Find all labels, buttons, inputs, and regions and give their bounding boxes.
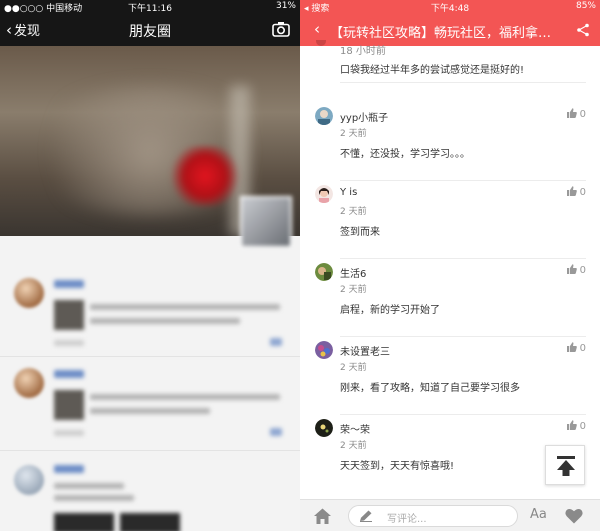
feed-thumbnail[interactable] <box>54 513 114 531</box>
heart-icon[interactable] <box>565 508 583 524</box>
feed-text-line <box>54 495 134 501</box>
comment-time: 18 小时前 <box>340 46 386 57</box>
comments-panel: ◂ 搜索 下午4:48 85% ‹ 【玩转社区攻略】畅玩社区，福利拿不... 1… <box>300 0 600 531</box>
feed-text-line <box>54 483 124 489</box>
comment-body: 签到而来 <box>340 227 380 238</box>
thumbs-up-icon <box>566 186 577 196</box>
back-to-top-button[interactable] <box>545 445 585 485</box>
comment-author[interactable]: yyp小瓶子 <box>340 109 388 124</box>
thumbs-up-icon <box>566 342 577 352</box>
battery-label: 31% <box>275 1 296 11</box>
comment-body: 刚来，看了攻略，知道了自己要学习很多 <box>340 383 520 394</box>
comment-body: 不懂，还没投，学习学习。。。 <box>340 149 470 160</box>
moments-panel: ●●○○○ 中国移动 下午11:16 31% ‹ 发现 朋友圈 <box>0 0 300 531</box>
like-button[interactable]: 0 <box>566 186 586 198</box>
like-count: 0 <box>579 109 586 120</box>
comment-item: 未设置老三 2 天前 刚来，看了攻略，知道了自己要学习很多 0 <box>300 337 600 415</box>
avatar[interactable] <box>315 341 333 359</box>
thumbs-up-icon <box>566 264 577 274</box>
feed-item[interactable] <box>0 268 300 358</box>
avatar[interactable] <box>14 368 44 398</box>
feed-time <box>54 340 84 346</box>
comment-item: 生活6 2 天前 启程，新的学习开始了 0 <box>300 259 600 337</box>
moments-navbar: ‹ 发现 朋友圈 <box>0 14 300 46</box>
arrow-to-top-icon <box>557 456 575 476</box>
comment-author[interactable]: Y is <box>340 187 357 198</box>
feed-username[interactable] <box>54 370 84 378</box>
camera-icon[interactable] <box>272 21 290 37</box>
feed-thumbnail[interactable] <box>120 513 180 531</box>
comment-item: Y is 2 天前 签到而来 0 <box>300 181 600 259</box>
comment-placeholder: 写评论... <box>387 514 427 525</box>
avatar[interactable] <box>315 419 333 437</box>
pencil-icon <box>360 510 372 522</box>
feed-divider <box>0 450 300 451</box>
like-button[interactable]: 0 <box>566 108 586 120</box>
feed-time <box>54 430 84 436</box>
feed-text-line <box>90 304 280 310</box>
like-button[interactable]: 0 <box>566 342 586 354</box>
like-count: 0 <box>579 421 586 432</box>
status-bar: ●●○○○ 中国移动 下午11:16 31% <box>0 0 300 14</box>
comment-time: 2 天前 <box>340 363 367 373</box>
comment-author[interactable]: 未设置老三 <box>340 343 390 358</box>
home-icon[interactable] <box>314 508 331 524</box>
profile-avatar[interactable] <box>240 196 292 248</box>
page-title: 朋友圈 <box>129 24 171 40</box>
comment-time: 2 天前 <box>340 129 367 139</box>
like-count: 0 <box>579 187 586 198</box>
comment-body: 天天签到，天天有惊喜哦! <box>340 461 455 472</box>
status-time: 下午4:48 <box>430 4 470 14</box>
like-button[interactable]: 0 <box>566 420 586 432</box>
feed-username[interactable] <box>54 280 84 288</box>
like-button[interactable]: 0 <box>566 264 586 276</box>
thumbs-up-icon <box>566 108 577 118</box>
avatar[interactable] <box>315 263 333 281</box>
feed-text-line <box>90 394 280 400</box>
battery-label: 85% <box>575 1 596 11</box>
comment-icon[interactable] <box>270 338 282 346</box>
comment-time: 2 天前 <box>340 207 367 217</box>
cover-red-flower <box>170 146 240 206</box>
comment-body: 启程，新的学习开始了 <box>340 305 440 316</box>
comment-input[interactable]: 写评论... <box>348 505 518 527</box>
article-title: 【玩转社区攻略】畅玩社区，福利拿不... <box>330 26 562 41</box>
comment-author[interactable]: 生活6 <box>340 265 366 280</box>
status-bar: ◂ 搜索 下午4:48 85% <box>300 0 600 14</box>
feed-text-line <box>90 408 210 414</box>
like-count: 0 <box>579 265 586 276</box>
feed-item[interactable] <box>0 455 300 531</box>
avatar[interactable] <box>315 107 333 125</box>
comment-divider <box>340 82 586 83</box>
comment-time: 2 天前 <box>340 441 367 451</box>
comment-body: 口袋我经过半年多的尝试感觉还是挺好的! <box>340 65 525 76</box>
avatar[interactable] <box>14 278 44 308</box>
feed-thumbnail[interactable] <box>54 300 84 330</box>
thumbs-up-icon <box>566 420 577 430</box>
feed-item[interactable] <box>0 362 300 452</box>
comment-icon[interactable] <box>270 428 282 436</box>
feed-thumbnail[interactable] <box>54 390 84 420</box>
comment-toolbar: 写评论... Aa <box>300 499 600 531</box>
comment-time: 2 天前 <box>340 285 367 295</box>
avatar[interactable] <box>14 465 44 495</box>
avatar[interactable] <box>315 185 333 203</box>
share-icon[interactable] <box>576 23 590 37</box>
comment-author[interactable]: 荣～荣 <box>340 421 370 436</box>
feed-text-line <box>90 318 240 324</box>
back-chevron-icon[interactable]: ‹ <box>314 20 320 38</box>
feed-username[interactable] <box>54 465 84 473</box>
status-time: 下午11:16 <box>128 4 172 14</box>
feed-divider <box>0 356 300 357</box>
comment-item: yyp小瓶子 2 天前 不懂，还没投，学习学习。。。 0 <box>300 103 600 181</box>
like-count: 0 <box>579 343 586 354</box>
font-size-button[interactable]: Aa <box>530 507 547 522</box>
